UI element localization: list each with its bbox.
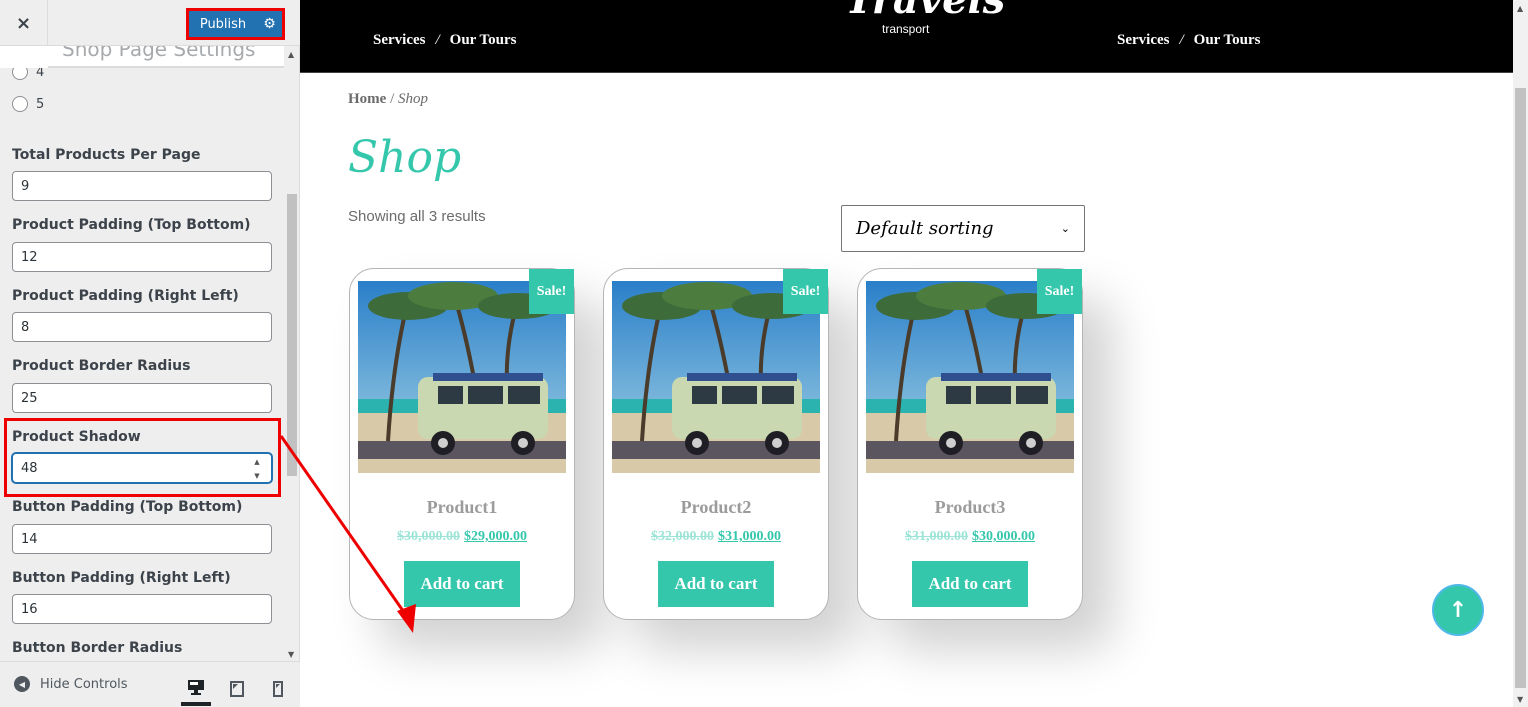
close-icon: ×	[15, 12, 32, 34]
desktop-preview-button[interactable]	[181, 672, 211, 706]
product-card: Sale! Product3 $31,000.00 $30,000.00 Add …	[857, 268, 1083, 620]
mobile-preview-button[interactable]	[263, 672, 293, 706]
publish-highlight: Publish ⚙	[186, 8, 285, 40]
section-title: Shop Page Settings	[62, 46, 256, 61]
field-label-total-products: Total Products Per Page	[12, 147, 201, 163]
nav-separator: /	[435, 32, 440, 48]
gear-icon: ⚙	[263, 16, 276, 32]
add-to-cart-button[interactable]: Add to cart	[658, 561, 774, 607]
radio-button[interactable]	[12, 96, 28, 112]
product-name[interactable]: Product2	[604, 497, 828, 518]
tablet-preview-button[interactable]	[222, 672, 252, 706]
scroll-to-top-button[interactable]: ↑	[1432, 584, 1484, 636]
nav-item-our-tours[interactable]: Our Tours	[1194, 32, 1261, 49]
breadcrumb-separator: /	[386, 91, 398, 107]
radio-button[interactable]	[12, 68, 28, 80]
breadcrumb: Home / Shop	[348, 91, 428, 108]
nav-item-our-tours[interactable]: Our Tours	[450, 32, 517, 49]
chevron-down-icon: ⌄	[1060, 222, 1070, 235]
breadcrumb-current: Shop	[398, 91, 428, 107]
site-preview: Travels transport Services / Our Tours S…	[300, 0, 1513, 707]
product-name[interactable]: Product1	[350, 497, 574, 518]
site-title[interactable]: Travels	[845, 0, 1005, 23]
field-label-button-padding-tb: Button Padding (Top Bottom)	[12, 499, 243, 515]
arrow-up-icon: ↑	[1448, 597, 1468, 623]
button-padding-rl-input[interactable]: 16	[12, 594, 272, 624]
controls-panel: 4 5 Total Products Per Page 9 Product Pa…	[0, 68, 286, 661]
product-border-radius-input[interactable]: 25	[12, 383, 272, 413]
desktop-icon	[188, 680, 204, 695]
hide-controls-button[interactable]: ◀ Hide Controls	[14, 676, 128, 692]
sale-badge: Sale!	[1037, 269, 1082, 314]
nav-separator: /	[1179, 32, 1184, 48]
preview-scroll-thumb[interactable]	[1515, 88, 1526, 688]
old-price: $32,000.00	[651, 529, 714, 544]
sidebar-scrollbar[interactable]: ▲ ▼	[286, 46, 298, 661]
total-products-input[interactable]: 9	[12, 171, 272, 201]
sort-select[interactable]: Default sorting ⌄	[841, 205, 1085, 252]
publish-settings-button[interactable]: ⚙	[257, 11, 282, 37]
scroll-up-icon[interactable]: ▲	[1517, 4, 1523, 13]
old-price: $31,000.00	[905, 529, 968, 544]
customizer-sidebar: × Publish ⚙ Shop Page Settings 4 5 Total…	[0, 0, 300, 707]
product-price: $32,000.00 $31,000.00	[604, 529, 828, 545]
collapse-icon: ◀	[14, 676, 30, 692]
scroll-down-icon[interactable]: ▼	[1517, 695, 1523, 704]
section-title-bar: Shop Page Settings	[48, 46, 284, 68]
sale-badge: Sale!	[529, 269, 574, 314]
site-tagline: transport	[882, 22, 930, 36]
page-title: Shop	[348, 132, 462, 183]
field-label-button-border-radius: Button Border Radius	[12, 640, 183, 656]
product-card: Sale! Product1 $30,000.00 $29,000.00 Add …	[349, 268, 575, 620]
field-label-button-padding-rl: Button Padding (Right Left)	[12, 570, 231, 586]
scroll-up-icon[interactable]: ▲	[288, 50, 294, 59]
sidebar-footer: ◀ Hide Controls	[0, 661, 300, 707]
result-count: Showing all 3 results	[348, 208, 486, 225]
nav-item-services[interactable]: Services	[373, 32, 425, 49]
field-label-product-border-radius: Product Border Radius	[12, 358, 191, 374]
field-label-product-padding-tb: Product Padding (Top Bottom)	[12, 217, 251, 233]
publish-button[interactable]: Publish	[189, 11, 257, 37]
field-label-product-padding-rl: Product Padding (Right Left)	[12, 288, 239, 304]
sale-price: $29,000.00	[464, 529, 527, 544]
close-button[interactable]: ×	[0, 0, 48, 46]
hide-controls-label: Hide Controls	[40, 676, 128, 692]
sale-price: $30,000.00	[972, 529, 1035, 544]
add-to-cart-button[interactable]: Add to cart	[404, 561, 520, 607]
product-price: $30,000.00 $29,000.00	[350, 529, 574, 545]
tablet-icon	[230, 681, 244, 697]
radio-option-4[interactable]: 4	[12, 68, 44, 80]
preview-scrollbar[interactable]: ▲ ▼	[1513, 0, 1528, 707]
sort-selected-value: Default sorting	[856, 218, 994, 239]
breadcrumb-home[interactable]: Home	[348, 91, 386, 107]
old-price: $30,000.00	[397, 529, 460, 544]
nav-right: Services / Our Tours	[1117, 32, 1261, 49]
radio-option-5[interactable]: 5	[12, 96, 44, 112]
sidebar-header: × Publish ⚙	[0, 0, 300, 46]
add-to-cart-button[interactable]: Add to cart	[912, 561, 1028, 607]
section-back-area	[0, 46, 48, 68]
nav-item-services[interactable]: Services	[1117, 32, 1169, 49]
sale-badge: Sale!	[783, 269, 828, 314]
button-padding-tb-input[interactable]: 14	[12, 524, 272, 554]
product-name[interactable]: Product3	[858, 497, 1082, 518]
scroll-down-icon[interactable]: ▼	[288, 650, 294, 659]
site-header: Travels transport Services / Our Tours S…	[300, 0, 1513, 73]
product-card: Sale! Product2 $32,000.00 $31,000.00 Add …	[603, 268, 829, 620]
annotation-highlight-box	[4, 418, 281, 497]
product-padding-tb-input[interactable]: 12	[12, 242, 272, 272]
sale-price: $31,000.00	[718, 529, 781, 544]
product-padding-rl-input[interactable]: 8	[12, 312, 272, 342]
mobile-icon	[273, 681, 283, 697]
nav-left: Services / Our Tours	[373, 32, 517, 49]
product-price: $31,000.00 $30,000.00	[858, 529, 1082, 545]
sidebar-scroll-thumb[interactable]	[287, 194, 297, 476]
